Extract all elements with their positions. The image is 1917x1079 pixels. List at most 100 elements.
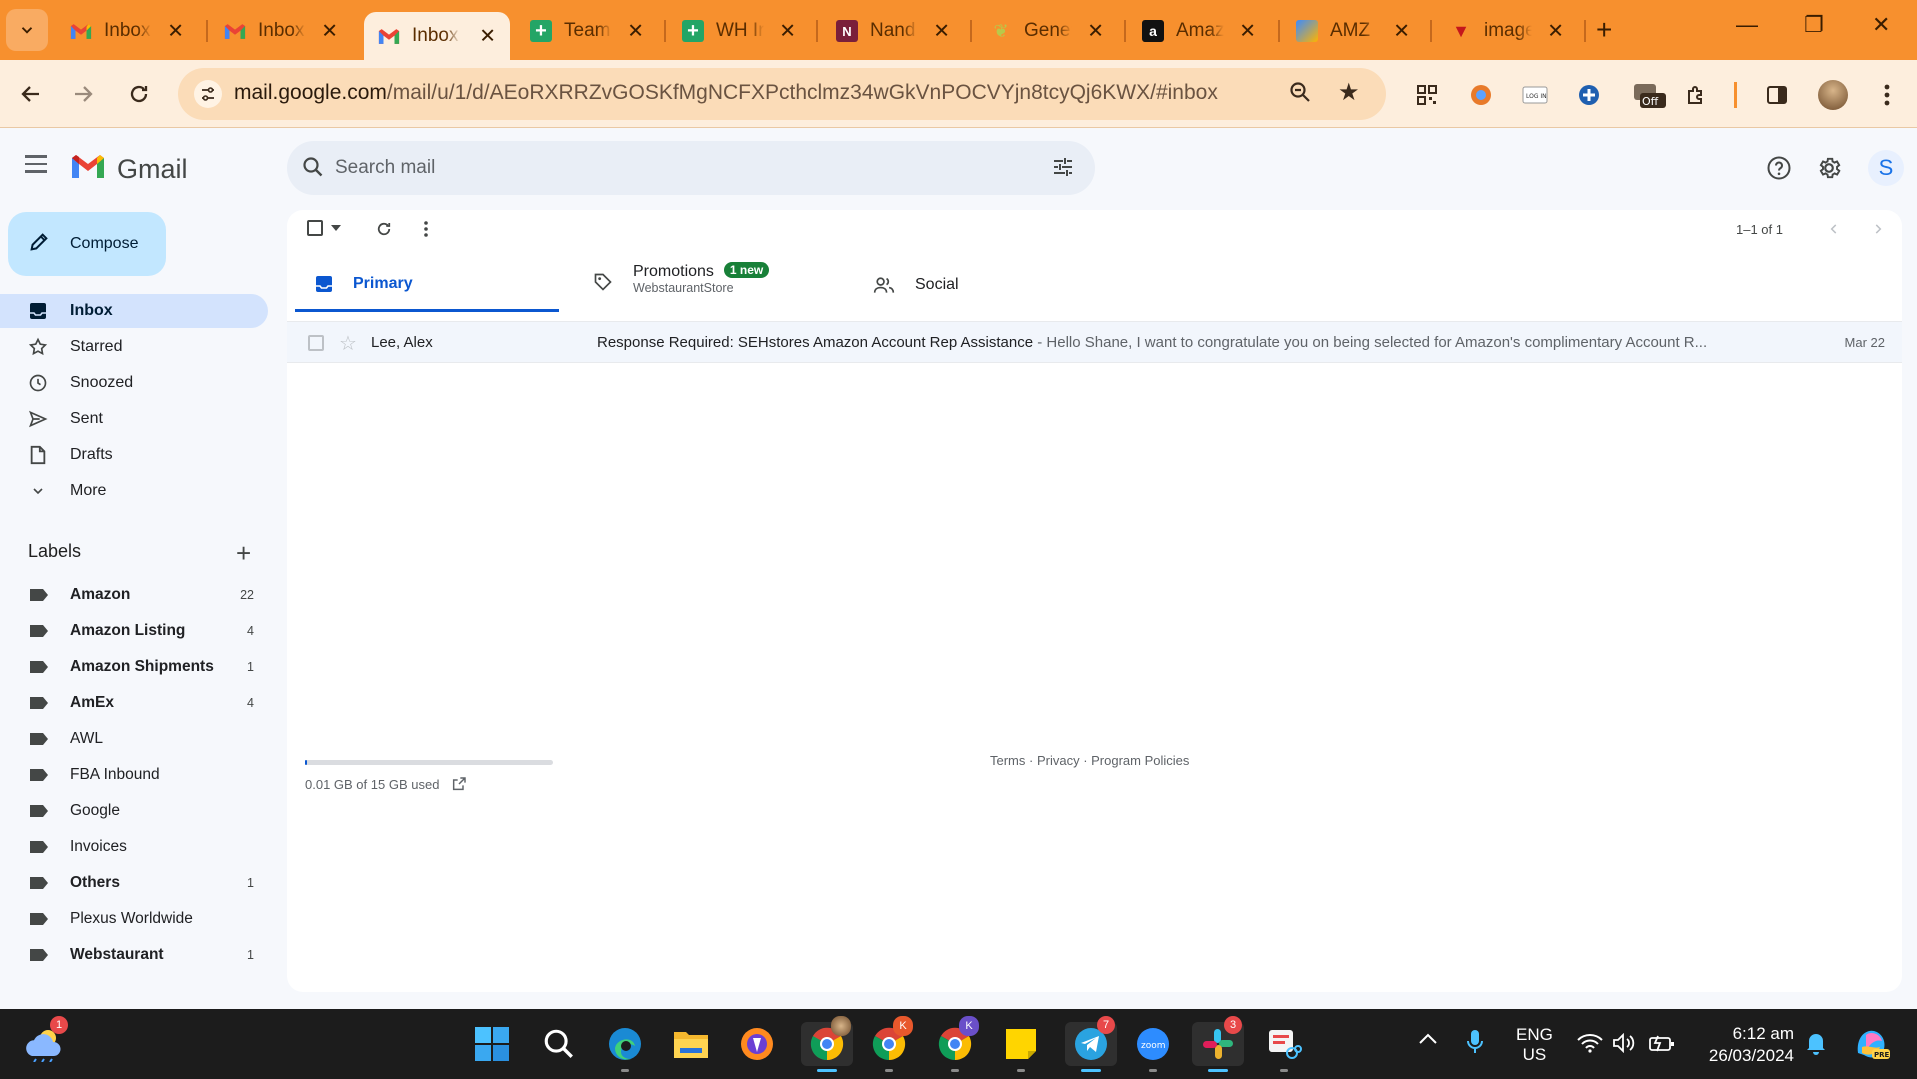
refresh-button[interactable] [375, 220, 393, 238]
select-all-checkbox[interactable] [307, 220, 341, 236]
tab-social[interactable]: Social [853, 258, 1117, 312]
snipping-tool-icon[interactable] [1262, 1022, 1306, 1072]
label-item[interactable]: FBA Inbound [0, 758, 268, 792]
file-explorer-icon[interactable] [669, 1022, 713, 1066]
more-actions-button[interactable] [423, 221, 429, 237]
main-menu-icon[interactable] [25, 155, 47, 178]
browser-tab-4[interactable]: + WH Ir ✕ [668, 12, 810, 50]
newer-button[interactable] [1827, 222, 1841, 236]
orange-extension-icon[interactable] [1468, 82, 1494, 108]
sidebar-item-starred[interactable]: Starred [0, 330, 268, 364]
back-button[interactable] [14, 77, 48, 111]
sidebar-item-more[interactable]: More [0, 474, 268, 508]
browser-tab-1[interactable]: Inbox ✕ [210, 12, 352, 50]
label-item[interactable]: Amazon Shipments 1 [0, 650, 268, 684]
forward-button[interactable] [66, 77, 100, 111]
label-item[interactable]: Amazon 22 [0, 578, 268, 612]
tray-overflow-chevron-icon[interactable] [1418, 1031, 1438, 1050]
volume-icon[interactable] [1612, 1032, 1638, 1058]
firefox-like-browser-icon[interactable] [735, 1022, 779, 1066]
tab-close-icon[interactable]: ✕ [627, 19, 644, 44]
start-button[interactable] [470, 1022, 514, 1066]
tab-close-icon[interactable]: ✕ [321, 19, 338, 44]
browser-tab-8[interactable]: AMZ ✕ [1282, 12, 1424, 50]
chrome-profile-k-icon[interactable]: K [867, 1016, 913, 1072]
reload-button[interactable] [122, 77, 156, 111]
account-avatar[interactable]: S [1868, 150, 1904, 186]
browser-tab-0[interactable]: Inbox ✕ [56, 12, 198, 50]
browser-tab-2-active[interactable]: Inbox ✕ [364, 12, 510, 60]
tab-close-icon[interactable]: ✕ [779, 19, 796, 44]
label-item[interactable]: Google [0, 794, 268, 828]
address-bar[interactable]: mail.google.com/mail/u/1/d/AEoRXRRZvGOSK… [178, 68, 1386, 120]
close-window-button[interactable]: ✕ [1872, 12, 1890, 38]
sidebar-item-drafts[interactable]: Drafts [0, 438, 268, 472]
copilot-icon[interactable]: PRE [1852, 1025, 1892, 1066]
star-toggle-icon[interactable]: ☆ [339, 331, 357, 356]
browser-tab-7[interactable]: a Amaz ✕ [1128, 12, 1270, 50]
tab-promotions[interactable]: Promotions 1 new WebstaurantStore [573, 258, 837, 312]
profile-avatar-icon[interactable] [1818, 80, 1848, 110]
clock[interactable]: 6:12 am 26/03/2024 [1698, 1023, 1794, 1067]
site-settings-icon[interactable] [194, 80, 222, 108]
slack-icon[interactable]: 3 [1192, 1016, 1244, 1072]
email-checkbox[interactable] [308, 335, 324, 351]
extensions-puzzle-icon[interactable] [1684, 82, 1710, 108]
edge-browser-icon[interactable] [603, 1022, 647, 1072]
qr-extension-icon[interactable] [1414, 82, 1440, 108]
label-item[interactable]: Others 1 [0, 866, 268, 900]
browser-tab-3[interactable]: + Team ✕ [516, 12, 658, 50]
sidebar-item-snoozed[interactable]: Snoozed [0, 366, 268, 400]
help-icon[interactable] [1765, 154, 1793, 182]
label-item[interactable]: Invoices [0, 830, 268, 864]
label-item[interactable]: Plexus Worldwide [0, 902, 268, 936]
tab-close-icon[interactable]: ✕ [933, 19, 950, 44]
telegram-icon[interactable]: 7 [1065, 1016, 1117, 1072]
off-extension-icon[interactable]: Off [1632, 82, 1666, 108]
tab-close-icon[interactable]: ✕ [1547, 19, 1564, 44]
tab-search-button[interactable] [6, 9, 48, 51]
create-label-button[interactable]: + [236, 538, 251, 569]
blue-extension-icon[interactable] [1576, 82, 1602, 108]
bookmark-star-icon[interactable]: ★ [1338, 78, 1360, 107]
side-panel-icon[interactable] [1764, 82, 1790, 108]
zoom-icon[interactable]: zoom [1131, 1022, 1175, 1072]
tab-close-icon[interactable]: ✕ [167, 19, 184, 44]
new-tab-button[interactable]: + [1596, 14, 1612, 46]
privacy-link[interactable]: Privacy [1037, 753, 1080, 768]
label-item[interactable]: AmEx 4 [0, 686, 268, 720]
search-taskbar-button[interactable] [537, 1022, 581, 1066]
tab-close-icon[interactable]: ✕ [1393, 19, 1410, 44]
minimize-button[interactable]: — [1736, 12, 1758, 38]
program-policies-link[interactable]: Program Policies [1091, 753, 1189, 768]
label-item[interactable]: AWL [0, 722, 268, 756]
browser-tab-6[interactable]: ❦ Gener ✕ [976, 12, 1118, 50]
chrome-menu-icon[interactable] [1874, 82, 1900, 108]
label-item[interactable]: Webstaurant 1 [0, 938, 268, 972]
chrome-profile-k2-icon[interactable]: K [933, 1016, 979, 1072]
search-input[interactable] [335, 153, 995, 183]
search-icon[interactable] [301, 155, 325, 184]
compose-button[interactable]: Compose [8, 212, 166, 276]
older-button[interactable] [1871, 222, 1885, 236]
terms-link[interactable]: Terms [990, 753, 1025, 768]
language-indicator[interactable]: ENG US [1516, 1025, 1553, 1065]
wifi-icon[interactable] [1577, 1033, 1603, 1058]
tab-close-icon[interactable]: ✕ [1239, 19, 1256, 44]
notification-bell-icon[interactable] [1805, 1031, 1827, 1060]
open-external-icon[interactable] [451, 776, 467, 792]
restore-button[interactable]: ❐ [1804, 12, 1824, 38]
gmail-logo-icon[interactable] [70, 152, 106, 185]
search-options-icon[interactable] [1051, 155, 1075, 184]
label-item[interactable]: Amazon Listing 4 [0, 614, 268, 648]
settings-gear-icon[interactable] [1815, 154, 1843, 182]
microphone-icon[interactable] [1466, 1029, 1484, 1060]
sidebar-item-sent[interactable]: Sent [0, 402, 268, 436]
tab-close-icon[interactable]: ✕ [1087, 19, 1104, 44]
tab-primary[interactable]: Primary [295, 258, 559, 312]
battery-icon[interactable] [1648, 1033, 1676, 1058]
login-extension-icon[interactable]: LOG IN [1522, 82, 1548, 108]
browser-tab-5[interactable]: N Nand ✕ [822, 12, 964, 50]
browser-tab-9[interactable]: ▼ image ✕ [1436, 12, 1578, 50]
weather-widget-icon[interactable]: 1 [22, 1016, 68, 1066]
